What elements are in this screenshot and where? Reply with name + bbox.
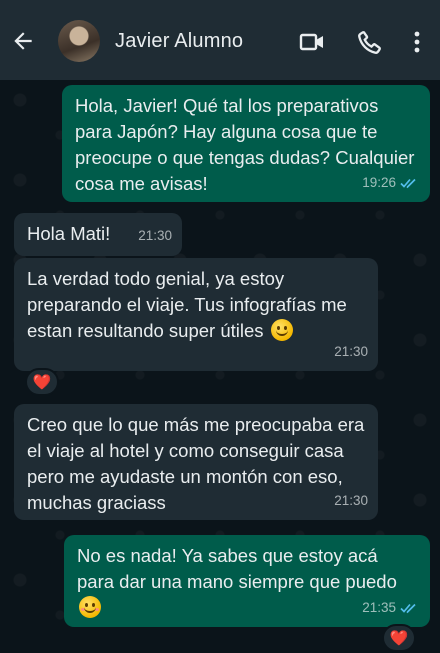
phone-icon[interactable] bbox=[356, 28, 384, 56]
slightly-smiling-face-icon bbox=[270, 319, 293, 341]
message-bubble-incoming[interactable]: La verdad todo genial, ya estoy preparan… bbox=[14, 258, 378, 371]
message-meta: 21:30 bbox=[334, 339, 368, 365]
message-meta: 19:26 bbox=[362, 170, 420, 196]
message-text-content: La verdad todo genial, ya estoy preparan… bbox=[27, 268, 347, 341]
chat-header: Javier Alumno bbox=[0, 0, 440, 80]
video-call-icon[interactable] bbox=[298, 28, 326, 56]
reaction-emoji: ❤️ bbox=[389, 630, 409, 647]
back-arrow-icon[interactable] bbox=[10, 28, 36, 54]
message-time: 19:26 bbox=[362, 175, 396, 190]
read-ticks-icon bbox=[400, 603, 416, 614]
reaction-emoji: ❤️ bbox=[32, 374, 52, 391]
message-bubble-incoming[interactable]: Creo que lo que más me preocupaba era el… bbox=[14, 404, 378, 520]
smiling-face-with-blush-icon bbox=[79, 596, 101, 618]
message-time: 21:30 bbox=[334, 344, 368, 359]
message-time: 21:30 bbox=[138, 228, 172, 243]
message-time: 21:30 bbox=[334, 493, 368, 508]
contact-avatar[interactable] bbox=[58, 20, 100, 62]
message-meta: 21:30 bbox=[138, 223, 172, 249]
more-options-icon[interactable] bbox=[410, 28, 424, 56]
message-meta: 21:35 bbox=[362, 595, 420, 621]
message-text-content: No es nada! Ya sabes que estoy acá para … bbox=[77, 545, 397, 592]
message-bubble-outgoing[interactable]: No es nada! Ya sabes que estoy acá para … bbox=[64, 535, 430, 627]
heart-reaction[interactable]: ❤️ bbox=[382, 624, 416, 652]
message-text: La verdad todo genial, ya estoy preparan… bbox=[27, 266, 366, 344]
message-bubble-incoming[interactable]: Hola Mati! 21:30 bbox=[14, 213, 182, 256]
contact-name[interactable]: Javier Alumno bbox=[115, 30, 243, 53]
message-bubble-outgoing[interactable]: Hola, Javier! Qué tal los preparativos p… bbox=[62, 85, 430, 202]
read-ticks-icon bbox=[400, 178, 416, 189]
heart-reaction[interactable]: ❤️ bbox=[25, 368, 59, 396]
message-text: Creo que lo que más me preocupaba era el… bbox=[27, 414, 365, 513]
message-time: 21:35 bbox=[362, 600, 396, 615]
message-meta: 21:30 bbox=[334, 488, 368, 514]
